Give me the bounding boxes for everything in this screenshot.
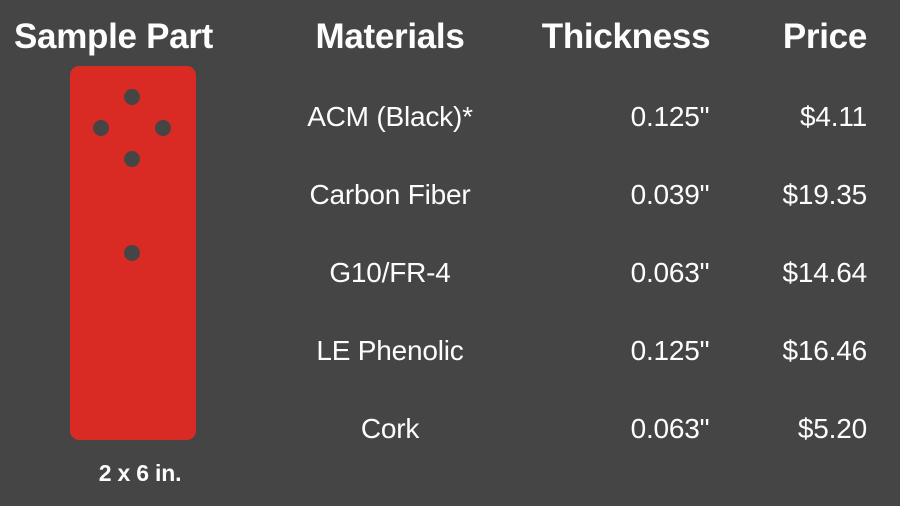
column-header-materials: Materials <box>315 17 465 56</box>
cell-price: $16.46 <box>782 335 868 366</box>
table-row: Cork 0.063" $5.20 <box>0 390 900 468</box>
cell-material: G10/FR-4 <box>329 257 451 288</box>
table-row: Carbon Fiber 0.039" $19.35 <box>0 156 900 234</box>
table-row: G10/FR-4 0.063" $14.64 <box>0 234 900 312</box>
cell-material: LE Phenolic <box>316 335 464 366</box>
table-body: ACM (Black)* 0.125" $4.11 Carbon Fiber 0… <box>0 78 900 468</box>
cell-material: Carbon Fiber <box>309 179 471 210</box>
cell-price: $5.20 <box>797 413 867 444</box>
table-header-row: Sample Part Materials Thickness Price <box>0 12 900 62</box>
sample-part-pricing-table: Sample Part Materials Thickness Price 2 … <box>0 0 900 506</box>
table-row: LE Phenolic 0.125" $16.46 <box>0 312 900 390</box>
cell-material: Cork <box>360 413 420 444</box>
cell-price: $19.35 <box>782 179 868 210</box>
column-header-price: Price <box>782 17 867 56</box>
column-header-sample-part: Sample Part <box>14 17 214 56</box>
table-row: ACM (Black)* 0.125" $4.11 <box>0 78 900 156</box>
cell-material: ACM (Black)* <box>307 101 473 132</box>
cell-price: $4.11 <box>800 101 867 132</box>
cell-price: $14.64 <box>782 257 868 288</box>
